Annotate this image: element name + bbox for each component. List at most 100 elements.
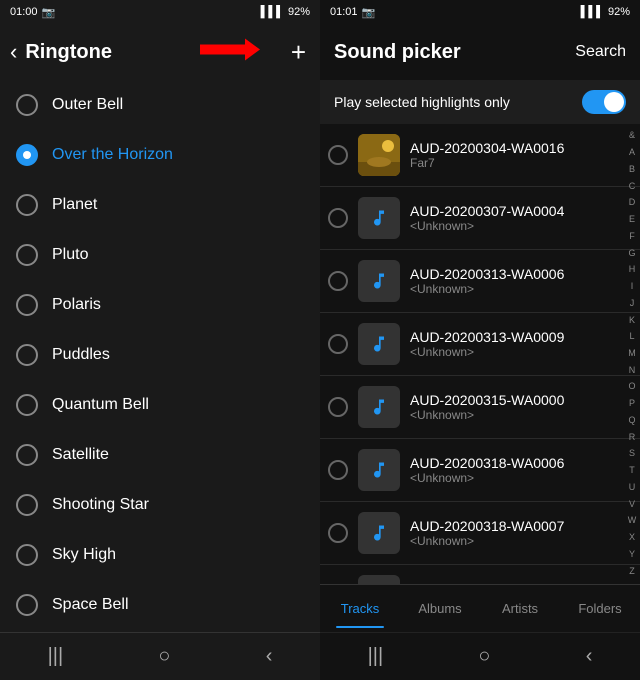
ringtone-list: Outer Bell Over the Horizon PlanetPlutoPol…	[0, 80, 320, 632]
sound-thumb-aud-3	[358, 260, 400, 302]
radio-over-horizon	[16, 144, 38, 166]
alpha-B[interactable]: B	[629, 165, 635, 175]
alpha-D[interactable]: D	[629, 198, 636, 208]
ringtone-item-pluto[interactable]: Pluto	[0, 230, 320, 280]
left-panel: 01:00 📷 ▌▌▌ 92% ‹ Ringtone + Outer BellO…	[0, 0, 320, 680]
alpha-I[interactable]: I	[631, 282, 634, 292]
right-panel: 01:01 📷 ▌▌▌ 92% Sound picker Search Play…	[320, 0, 640, 680]
alpha-Q[interactable]: Q	[628, 416, 635, 426]
left-signal-icon: ▌▌▌	[261, 6, 284, 18]
ringtone-item-polaris[interactable]: Polaris	[0, 280, 320, 330]
alphabet-bar: & ABCDEFGHIJKLMNOPQRSTUVWXYZ	[624, 124, 640, 584]
search-button[interactable]: Search	[575, 43, 626, 61]
alpha-F[interactable]: F	[629, 232, 635, 242]
sound-info-aud-3: AUD-20200313-WA0006<Unknown>	[410, 266, 632, 296]
ringtone-item-planet[interactable]: Planet	[0, 180, 320, 230]
ringtone-item-over-horizon[interactable]: Over the Horizon	[0, 130, 320, 180]
alpha-O[interactable]: O	[628, 382, 635, 392]
ringtone-name-sky-high: Sky High	[52, 546, 116, 564]
toggle-knob	[604, 92, 624, 112]
alpha-T[interactable]: T	[629, 466, 635, 476]
sound-thumb-aud-1	[358, 134, 400, 176]
highlights-label: Play selected highlights only	[334, 94, 510, 110]
sound-thumb-aud-4	[358, 323, 400, 365]
add-button[interactable]: +	[291, 37, 306, 68]
sound-sub-aud-5: <Unknown>	[410, 408, 632, 422]
alpha-G[interactable]: G	[628, 249, 635, 259]
tab-tracks[interactable]: Tracks	[320, 585, 400, 632]
right-status-left: 01:01 📷	[330, 6, 375, 19]
right-camera-icon: 📷	[362, 6, 376, 19]
sound-thumb-aud-6	[358, 449, 400, 491]
ringtone-item-satellite[interactable]: Satellite	[0, 430, 320, 480]
sound-radio-aud-7	[328, 523, 348, 543]
alpha-E[interactable]: E	[629, 215, 635, 225]
alpha-Y[interactable]: Y	[629, 550, 635, 560]
ringtone-name-puddles: Puddles	[52, 346, 110, 364]
ringtone-item-puddles[interactable]: Puddles	[0, 330, 320, 380]
tab-artists[interactable]: Artists	[480, 585, 560, 632]
sound-name-aud-5: AUD-20200315-WA0000	[410, 392, 632, 408]
alpha-Z[interactable]: Z	[629, 567, 635, 577]
right-menu-icon[interactable]: |||	[368, 645, 384, 668]
sound-item-aud-4[interactable]: AUD-20200313-WA0009<Unknown>	[320, 313, 640, 376]
sound-info-aud-5: AUD-20200315-WA0000<Unknown>	[410, 392, 632, 422]
left-menu-icon[interactable]: |||	[48, 645, 64, 668]
alpha-A[interactable]: A	[629, 148, 635, 158]
alpha-N[interactable]: N	[629, 366, 636, 376]
right-signal-icon: ▌▌▌	[581, 6, 604, 18]
sound-item-aud-1[interactable]: AUD-20200304-WA0016Far7	[320, 124, 640, 187]
sound-name-aud-1: AUD-20200304-WA0016	[410, 140, 632, 156]
ringtone-item-shooting-star[interactable]: Shooting Star	[0, 480, 320, 530]
alpha-K[interactable]: K	[629, 316, 635, 326]
alpha-C[interactable]: C	[629, 182, 636, 192]
left-home-icon[interactable]: ○	[158, 645, 170, 668]
sound-name-aud-2: AUD-20200307-WA0004	[410, 203, 632, 219]
alpha-&[interactable]: &	[629, 131, 635, 141]
sound-thumb-aud-8	[358, 575, 400, 584]
ringtone-name-outer-bell: Outer Bell	[52, 96, 123, 114]
alpha-P[interactable]: P	[629, 399, 635, 409]
alpha-X[interactable]: X	[629, 533, 635, 543]
right-back-icon[interactable]: ‹	[586, 645, 593, 668]
sound-list: AUD-20200304-WA0016Far7AUD-20200307-WA00…	[320, 124, 640, 584]
alpha-H[interactable]: H	[629, 265, 636, 275]
sound-name-aud-3: AUD-20200313-WA0006	[410, 266, 632, 282]
ringtone-item-quantum-bell[interactable]: Quantum Bell	[0, 380, 320, 430]
sound-sub-aud-7: <Unknown>	[410, 534, 632, 548]
sound-item-aud-5[interactable]: AUD-20200315-WA0000<Unknown>	[320, 376, 640, 439]
right-header: Sound picker Search	[320, 24, 640, 80]
radio-quantum-bell	[16, 394, 38, 416]
sound-radio-aud-6	[328, 460, 348, 480]
tab-albums[interactable]: Albums	[400, 585, 480, 632]
back-button[interactable]: ‹	[10, 39, 17, 65]
ringtone-item-space-bell[interactable]: Space Bell	[0, 580, 320, 630]
alpha-M[interactable]: M	[628, 349, 636, 359]
sound-thumb-aud-7	[358, 512, 400, 554]
left-battery: 92%	[288, 6, 310, 18]
ringtone-name-over-horizon: Over the Horizon	[52, 146, 173, 164]
sound-item-aud-3[interactable]: AUD-20200313-WA0006<Unknown>	[320, 250, 640, 313]
radio-planet	[16, 194, 38, 216]
sound-item-aud-8[interactable]: AUD-20200322-WA0002<Unknown>	[320, 565, 640, 584]
sound-name-aud-6: AUD-20200318-WA0006	[410, 455, 632, 471]
right-header-title: Sound picker	[334, 41, 461, 64]
alpha-S[interactable]: S	[629, 449, 635, 459]
alpha-V[interactable]: V	[629, 500, 635, 510]
sound-info-aud-4: AUD-20200313-WA0009<Unknown>	[410, 329, 632, 359]
right-home-icon[interactable]: ○	[478, 645, 490, 668]
sound-item-aud-7[interactable]: AUD-20200318-WA0007<Unknown>	[320, 502, 640, 565]
sound-item-aud-6[interactable]: AUD-20200318-WA0006<Unknown>	[320, 439, 640, 502]
alpha-R[interactable]: R	[629, 433, 636, 443]
tab-folders[interactable]: Folders	[560, 585, 640, 632]
alpha-W[interactable]: W	[628, 516, 637, 526]
alpha-U[interactable]: U	[629, 483, 636, 493]
alpha-J[interactable]: J	[630, 299, 635, 309]
left-back-icon[interactable]: ‹	[266, 645, 273, 668]
alpha-L[interactable]: L	[629, 332, 634, 342]
ringtone-item-sky-high[interactable]: Sky High	[0, 530, 320, 580]
highlights-toggle[interactable]	[582, 90, 626, 114]
sound-item-aud-2[interactable]: AUD-20200307-WA0004<Unknown>	[320, 187, 640, 250]
left-header: ‹ Ringtone +	[0, 24, 320, 80]
ringtone-item-outer-bell[interactable]: Outer Bell	[0, 80, 320, 130]
